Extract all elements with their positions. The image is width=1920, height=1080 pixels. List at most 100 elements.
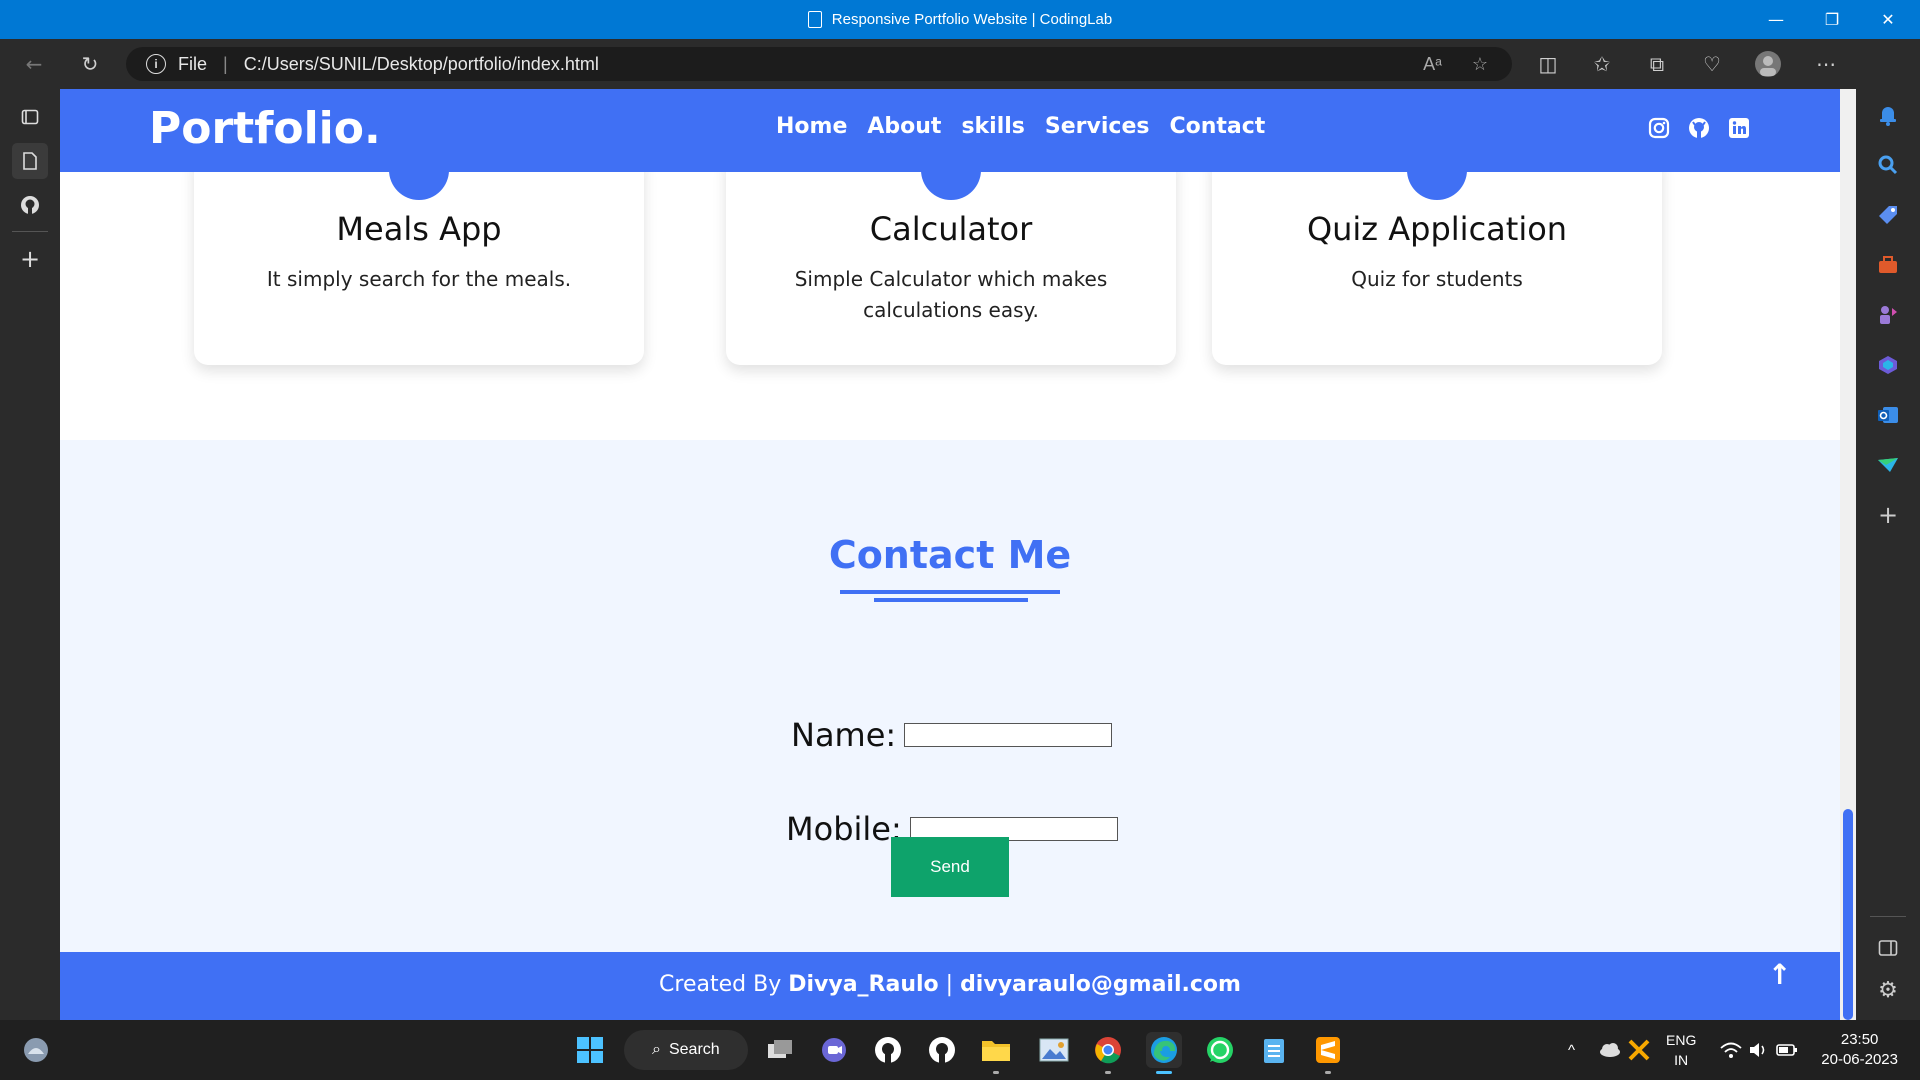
running-indicator — [993, 1071, 999, 1074]
onedrive-icon[interactable] — [1598, 1020, 1622, 1080]
name-input[interactable] — [904, 723, 1113, 747]
chrome-icon[interactable] — [1090, 1032, 1126, 1074]
nav-menu: Home About skills Services Contact — [776, 114, 1265, 139]
system-clock[interactable]: 23:50 20-06-2023 — [1821, 1030, 1898, 1070]
collections-button[interactable]: ⧉ — [1641, 48, 1673, 80]
running-indicator — [1325, 1071, 1331, 1074]
footer-credit: Created By Divya_Raulo | divyaraulo@gmai… — [60, 972, 1840, 997]
xampp-tray-icon[interactable] — [1628, 1020, 1650, 1080]
restore-button[interactable]: ❐ — [1804, 0, 1860, 39]
footer-prefix: Created By — [659, 972, 789, 997]
scrollbar-thumb[interactable] — [1843, 809, 1853, 1020]
search-icon[interactable] — [1872, 149, 1904, 181]
sidebar-divider — [12, 231, 48, 232]
info-icon[interactable]: i — [146, 54, 166, 74]
footer-email[interactable]: divyaraulo@gmail.com — [960, 972, 1241, 997]
new-tab-button[interactable]: + — [12, 241, 48, 277]
service-card: Calculator Simple Calculator which makes… — [726, 140, 1176, 365]
footer-author: Divya_Raulo — [788, 972, 939, 997]
minimize-button[interactable]: — — [1748, 0, 1804, 39]
notepad-icon[interactable] — [1256, 1032, 1292, 1068]
outlook-icon[interactable] — [1872, 399, 1904, 431]
window-title-text: Responsive Portfolio Website | CodingLab — [831, 11, 1113, 28]
address-bar[interactable]: i File | C:/Users/SUNIL/Desktop/portfoli… — [126, 47, 1512, 81]
more-button[interactable]: ⋯ — [1810, 48, 1842, 80]
nav-home[interactable]: Home — [776, 114, 847, 139]
github-desktop-icon[interactable] — [870, 1032, 906, 1068]
card-title: Quiz Application — [1306, 210, 1568, 248]
heading-underline — [840, 590, 1060, 594]
tab-portfolio-page[interactable] — [12, 143, 48, 179]
url-separator: | — [223, 53, 228, 74]
back-button[interactable]: ← — [18, 48, 50, 80]
github-icon — [21, 196, 39, 214]
photos-app-icon[interactable] — [1036, 1032, 1072, 1068]
taskbar-search-label: Search — [668, 1041, 720, 1058]
linkedin-icon[interactable] — [1728, 117, 1750, 139]
instagram-icon[interactable] — [1648, 117, 1670, 139]
search-icon: ⌕ — [652, 1041, 661, 1058]
address-bar-icons: Aᵃ ☆ — [1423, 54, 1488, 75]
card-description: It simply search for the meals. — [266, 267, 572, 291]
tools-icon[interactable] — [1872, 249, 1904, 281]
profile-avatar[interactable] — [1752, 48, 1784, 80]
tab-github[interactable] — [12, 187, 48, 223]
show-hidden-icons[interactable]: ^ — [1568, 1020, 1575, 1080]
task-view-icon[interactable] — [762, 1032, 798, 1068]
site-logo[interactable]: Portfolio. — [149, 103, 381, 154]
shopping-icon[interactable] — [1872, 199, 1904, 231]
scroll-to-top-icon[interactable]: ↑ — [1768, 958, 1791, 991]
input-language[interactable]: ENG IN — [1666, 1030, 1696, 1070]
file-explorer-icon[interactable] — [978, 1032, 1014, 1074]
drop-icon[interactable] — [1872, 449, 1904, 481]
contact-section: Contact Me Name: Mobile: Send — [60, 440, 1840, 952]
window-title: Responsive Portfolio Website | CodingLab — [0, 0, 1920, 39]
browser-essentials-button[interactable]: ♡ — [1696, 48, 1728, 80]
refresh-button[interactable]: ↻ — [74, 48, 106, 80]
wifi-icon[interactable] — [1720, 1020, 1742, 1080]
games-icon[interactable] — [1872, 299, 1904, 331]
settings-gear-icon[interactable]: ⚙ — [1872, 974, 1904, 1006]
page-scrollbar[interactable] — [1840, 89, 1856, 1020]
page-icon — [23, 152, 37, 170]
nav-services[interactable]: Services — [1045, 114, 1150, 139]
vertical-tabs-sidebar: + — [0, 89, 60, 1020]
github-icon[interactable] — [1688, 117, 1710, 139]
running-indicator — [1105, 1071, 1111, 1074]
nav-contact[interactable]: Contact — [1169, 114, 1265, 139]
teams-chat-icon[interactable] — [816, 1032, 852, 1068]
widgets-icon[interactable] — [18, 1032, 54, 1068]
social-links — [1648, 117, 1750, 139]
nav-skills[interactable]: skills — [961, 114, 1024, 139]
windows-logo-icon — [577, 1037, 603, 1063]
favorites-button[interactable]: ✩ — [1586, 48, 1618, 80]
site-footer: Created By Divya_Raulo | divyaraulo@gmai… — [60, 952, 1840, 1020]
start-button[interactable] — [572, 1032, 608, 1068]
hide-sidebar-icon[interactable] — [1872, 932, 1904, 964]
send-button[interactable]: Send — [891, 837, 1009, 897]
read-aloud-icon[interactable]: Aᵃ — [1423, 54, 1442, 75]
edge-browser-icon[interactable] — [1146, 1032, 1182, 1074]
sublime-text-icon[interactable] — [1310, 1032, 1346, 1074]
language-code: ENG — [1666, 1032, 1697, 1048]
github-icon[interactable] — [924, 1032, 960, 1068]
windows-taskbar: ⌕ Search ^ ENG IN 23:50 20-06-2023 — [0, 1020, 1920, 1080]
notifications-icon[interactable] — [1872, 99, 1904, 131]
name-field-row: Name: — [791, 716, 1113, 754]
url-text[interactable]: C:/Users/SUNIL/Desktop/portfolio/index.h… — [244, 54, 599, 75]
tab-actions-icon[interactable] — [12, 99, 48, 135]
add-sidebar-app-button[interactable]: + — [1872, 499, 1904, 531]
active-window-indicator — [1156, 1071, 1172, 1074]
taskbar-search[interactable]: ⌕ Search — [624, 1030, 748, 1070]
close-button[interactable]: ✕ — [1860, 0, 1916, 39]
browser-toolbar: ← ↻ i File | C:/Users/SUNIL/Desktop/port… — [0, 39, 1920, 89]
edge-sidebar: + ⚙ — [1856, 39, 1920, 1020]
whatsapp-icon[interactable] — [1202, 1032, 1238, 1068]
microsoft-365-icon[interactable] — [1872, 349, 1904, 381]
nav-about[interactable]: About — [867, 114, 941, 139]
battery-icon[interactable] — [1776, 1020, 1798, 1080]
split-screen-button[interactable]: ◫ — [1532, 48, 1564, 80]
card-title: Calculator — [869, 210, 1033, 248]
volume-icon[interactable] — [1748, 1020, 1768, 1080]
favorite-star-icon[interactable]: ☆ — [1472, 54, 1488, 75]
